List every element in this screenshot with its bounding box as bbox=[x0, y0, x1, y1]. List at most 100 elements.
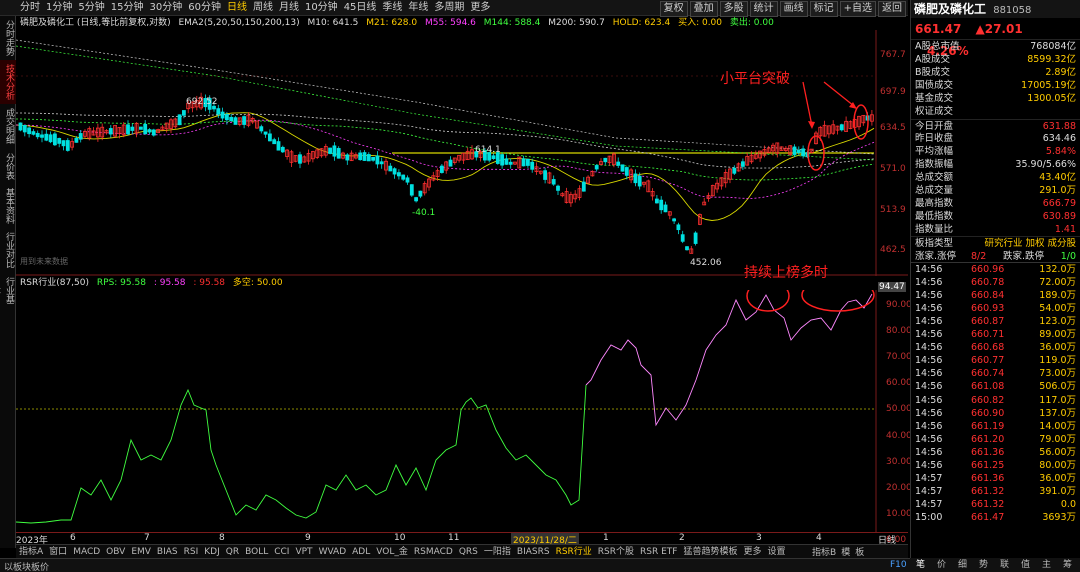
future-data-note: 用到未来数据 bbox=[20, 257, 68, 266]
indicator-tab[interactable]: ADL bbox=[349, 545, 373, 558]
indicator-tab[interactable]: BOLL bbox=[242, 545, 271, 558]
period-tab[interactable]: 分时 bbox=[20, 0, 40, 16]
side-tab[interactable]: 分时走势 bbox=[0, 16, 16, 60]
tick-row: 14:56 661.19 14.00万 bbox=[911, 420, 1080, 433]
candle bbox=[444, 160, 449, 174]
quote-tab[interactable]: 势 bbox=[973, 558, 994, 572]
indicator-tab[interactable]: 设置 bbox=[765, 545, 789, 558]
period-tab[interactable]: 年线 bbox=[408, 0, 428, 16]
side-tab[interactable]: 行业基本 bbox=[0, 272, 16, 308]
tick-price: 660.77 bbox=[971, 355, 1005, 367]
period-tab[interactable]: 1分钟 bbox=[46, 0, 72, 16]
period-tab[interactable]: 月线 bbox=[279, 0, 299, 16]
toolbar-button[interactable]: 返回 bbox=[878, 1, 906, 17]
indicator-tab[interactable]: 猛兽趋势模板 bbox=[680, 545, 740, 558]
side-tab[interactable]: 成交明细 bbox=[0, 104, 16, 148]
quote-tab[interactable]: 主 bbox=[1036, 558, 1057, 572]
peak-label-low2: 452.06 bbox=[690, 258, 722, 268]
indicator-b-tab[interactable]: 指标B bbox=[812, 548, 836, 558]
toolbar-button[interactable]: +自选 bbox=[839, 1, 876, 17]
indicator-tab[interactable]: QRS bbox=[456, 545, 481, 558]
indicator-tab[interactable]: 一阳指 bbox=[481, 545, 514, 558]
candle bbox=[685, 246, 689, 251]
period-tab[interactable]: 季线 bbox=[382, 0, 402, 16]
quote-tab[interactable]: 联 bbox=[994, 558, 1015, 572]
stat-key: 指数量比 bbox=[915, 224, 954, 236]
indicator-b-tab[interactable]: 板 bbox=[855, 548, 864, 558]
period-tab[interactable]: 5分钟 bbox=[78, 0, 104, 16]
indicator-tab[interactable]: VOL_金 bbox=[373, 545, 411, 558]
price-tick: 462.5 bbox=[880, 245, 906, 255]
indicator-tab[interactable]: 窗口 bbox=[46, 545, 70, 558]
period-tab[interactable]: 10分钟 bbox=[305, 0, 338, 16]
period-tab[interactable]: 日线 bbox=[227, 0, 247, 16]
quote-tab[interactable]: 筹 bbox=[1057, 558, 1078, 572]
stat-key: 昨日收盘 bbox=[915, 132, 954, 144]
quote-tab[interactable]: 细 bbox=[952, 558, 973, 572]
quote-tab[interactable]: 笔 bbox=[910, 558, 931, 572]
period-tab[interactable]: 周线 bbox=[253, 0, 273, 16]
quote-tab[interactable]: 值 bbox=[1015, 558, 1036, 572]
indicator-tab[interactable]: CCI bbox=[271, 545, 292, 558]
indicator-b-tabs: 指标B 模板 bbox=[812, 545, 869, 558]
stat-row: 平均涨幅 5.84% bbox=[911, 145, 1080, 158]
indicator-tab[interactable]: 更多 bbox=[741, 545, 765, 558]
candle bbox=[409, 184, 414, 197]
indicator-tab[interactable]: RSR个股 bbox=[595, 545, 637, 558]
side-tab[interactable]: 基本资料 bbox=[0, 184, 16, 228]
period-tab[interactable]: 多周期 bbox=[434, 0, 464, 16]
quote-tab[interactable]: 价 bbox=[931, 558, 952, 572]
toolbar-button[interactable]: 标记 bbox=[809, 1, 838, 17]
indicator-tab[interactable]: WVAD bbox=[316, 545, 350, 558]
indicator-tab[interactable]: RSMACD bbox=[411, 545, 456, 558]
indicator-tab[interactable]: 指标A bbox=[16, 545, 46, 558]
period-tab[interactable]: 60分钟 bbox=[188, 0, 221, 16]
indicator-tab[interactable]: VPT bbox=[292, 545, 315, 558]
tick-row: 14:56 661.08 506.0万 bbox=[911, 380, 1080, 393]
indicator-tab[interactable]: RSR行业 bbox=[553, 545, 595, 558]
m10-label: M10: 641.5 bbox=[307, 18, 359, 28]
indicator-tab[interactable]: MACD bbox=[70, 545, 103, 558]
candle bbox=[177, 114, 182, 126]
indicator-tab[interactable]: BIASRS bbox=[514, 545, 553, 558]
tick-row: 14:57 661.32 0.0 bbox=[911, 498, 1080, 511]
stat-value: 1300.05亿 bbox=[1027, 93, 1076, 105]
side-tab[interactable]: 分价表 bbox=[0, 148, 16, 184]
indicator-tab[interactable]: RSI bbox=[181, 545, 202, 558]
indicator-tab[interactable]: OBV bbox=[103, 545, 128, 558]
indicator-tab[interactable]: BIAS bbox=[154, 545, 181, 558]
period-tab[interactable]: 30分钟 bbox=[149, 0, 182, 16]
peak-label-low1: -40.1 bbox=[412, 208, 436, 218]
month-label: 8 bbox=[219, 533, 225, 543]
rsr-chart[interactable] bbox=[16, 290, 908, 532]
indicator-tab[interactable]: RSR ETF bbox=[637, 545, 680, 558]
toolbar-button[interactable]: 复权 bbox=[659, 1, 688, 17]
toolbar-button[interactable]: 统计 bbox=[749, 1, 778, 17]
indicator-tab[interactable]: QR bbox=[223, 545, 242, 558]
candle bbox=[384, 158, 388, 175]
side-tab[interactable]: 行业对比 bbox=[0, 228, 16, 272]
candle bbox=[70, 137, 74, 151]
period-tab[interactable]: 45日线 bbox=[344, 0, 377, 16]
hold-label: HOLD: 623.4 bbox=[612, 18, 671, 28]
stat-row: 总成交量 291.0万 bbox=[911, 184, 1080, 197]
side-tab[interactable]: 技术分析 bbox=[0, 60, 16, 104]
toolbar-button[interactable]: 画线 bbox=[779, 1, 808, 17]
candle bbox=[401, 174, 406, 181]
tick-row: 14:56 660.84 189.0万 bbox=[911, 289, 1080, 302]
candlestick-chart[interactable] bbox=[16, 30, 908, 276]
period-tab[interactable]: 15分钟 bbox=[111, 0, 144, 16]
quote-panel: 磷肥及磷化工 881058 661.47 ▲27.01 4.26% A股总市值 7… bbox=[910, 0, 1080, 558]
f10-link[interactable]: F10 bbox=[890, 560, 907, 570]
tick-price: 660.82 bbox=[971, 394, 1005, 406]
peak-label-high: 692.52 bbox=[186, 97, 218, 107]
toolbar-button[interactable]: 多股 bbox=[719, 1, 748, 17]
indicator-b-tab[interactable]: 模 bbox=[841, 548, 850, 558]
indicator-tab[interactable]: KDJ bbox=[201, 545, 223, 558]
toolbar-button[interactable]: 叠加 bbox=[689, 1, 718, 17]
period-tab[interactable]: 更多 bbox=[470, 0, 490, 16]
indicator-tab[interactable]: EMV bbox=[128, 545, 154, 558]
board-type-links[interactable]: 研究行业 加权 成分股 bbox=[984, 237, 1076, 250]
candle bbox=[650, 188, 655, 201]
tick-list[interactable]: 14:56 660.96 132.0万 14:56 660.78 72.00万 14:56 6… bbox=[911, 263, 1080, 525]
